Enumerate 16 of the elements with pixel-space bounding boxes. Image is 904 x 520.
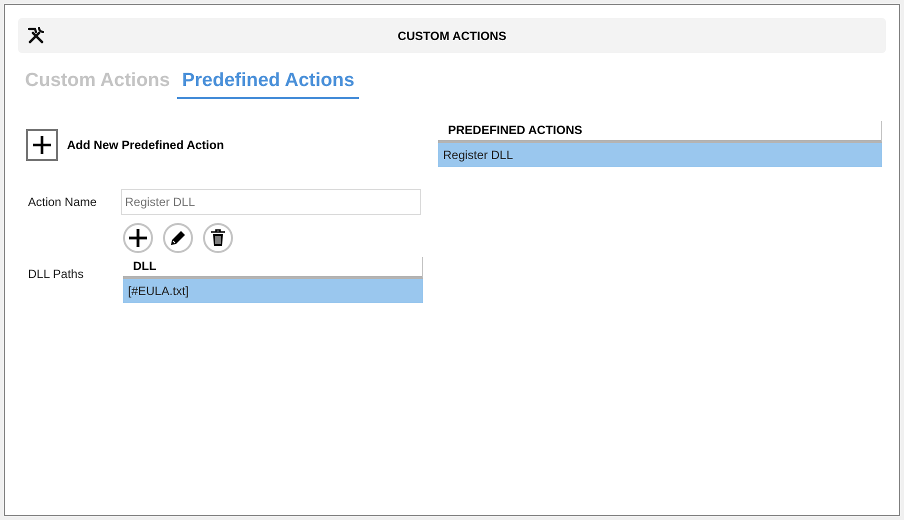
plus-icon bbox=[32, 134, 52, 154]
add-button[interactable] bbox=[123, 222, 153, 252]
trash-icon bbox=[210, 228, 226, 246]
plus-icon bbox=[128, 228, 148, 248]
list-row[interactable]: Register DLL bbox=[438, 142, 882, 166]
delete-button[interactable] bbox=[203, 222, 233, 252]
edit-button[interactable] bbox=[163, 222, 193, 252]
pencil-icon bbox=[170, 230, 186, 246]
header-title: CUSTOM ACTIONS bbox=[398, 28, 506, 44]
field-label: Action Name bbox=[28, 194, 98, 210]
add-label: Add New Predefined Action bbox=[67, 136, 224, 154]
field-label: DLL Paths bbox=[28, 266, 85, 282]
list-row[interactable]: [#EULA.txt] bbox=[123, 278, 423, 302]
add-button[interactable] bbox=[26, 128, 58, 160]
tools-icon bbox=[26, 25, 46, 45]
input-field[interactable]: Register DLL bbox=[121, 188, 421, 214]
